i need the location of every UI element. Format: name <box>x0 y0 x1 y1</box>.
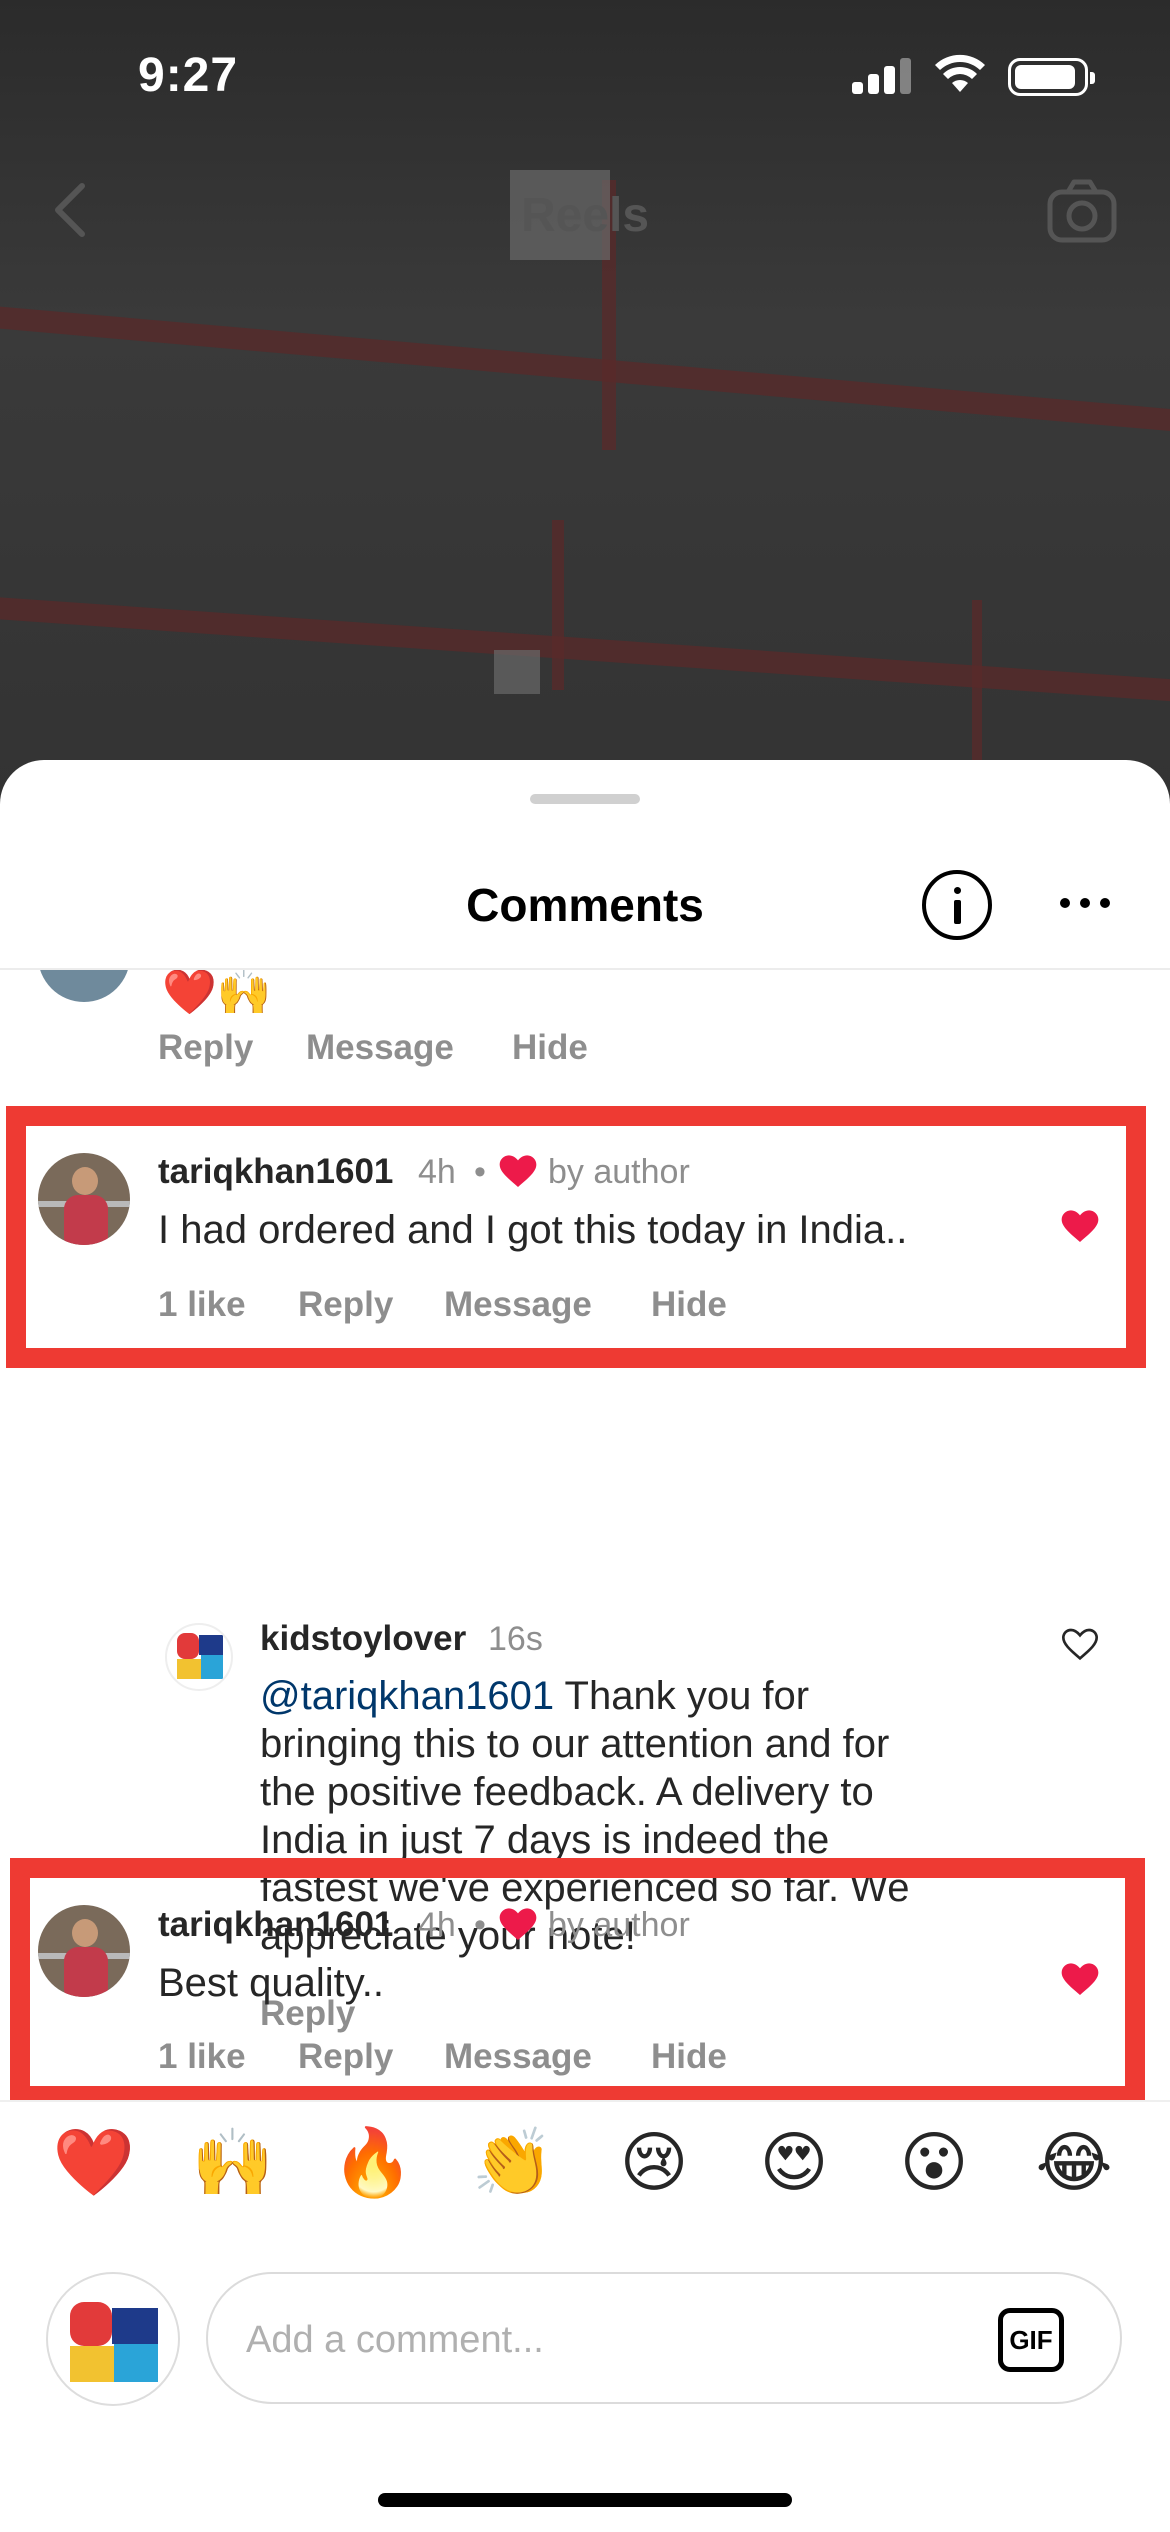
comments-list: ❤️🙌 Reply Message Hide tariqkhan1601 4h … <box>0 970 1170 2100</box>
sheet-title: Comments <box>466 879 704 931</box>
emoji-crying-button[interactable]: 😢 <box>604 2112 704 2212</box>
comment-username[interactable]: kidstoylover <box>260 1619 466 1659</box>
comment-text-line: bringing this to our attention and for <box>260 1722 890 1766</box>
emoji-fire-button[interactable]: 🔥 <box>323 2112 423 2212</box>
emoji-bar <box>0 2100 1170 2220</box>
wifi-icon <box>935 54 985 92</box>
comment-time: 16s <box>488 1620 543 1658</box>
reels-title: Reels <box>520 189 650 242</box>
cellular-signal-icon <box>852 58 914 94</box>
emoji-heart-eyes-button[interactable]: 😍 <box>744 2112 844 2212</box>
emoji-clap-button[interactable]: 👏 <box>463 2112 563 2212</box>
reply-button[interactable]: Reply <box>158 1028 253 1068</box>
comment-text: @tariqkhan1601 Thank you for <box>260 1674 810 1718</box>
emoji-raising-hands-button[interactable]: 🙌 <box>183 2112 283 2212</box>
home-indicator[interactable] <box>378 2493 792 2507</box>
comment-text-line: the positive feedback. A delivery to <box>260 1770 874 1814</box>
sheet-grabber[interactable] <box>530 794 640 804</box>
more-options-icon[interactable] <box>1060 898 1110 910</box>
comment-input-box[interactable]: GIF <box>206 2272 1122 2404</box>
emoji-laughing-button[interactable]: 😂 <box>1024 2112 1124 2212</box>
ceiling-beam <box>0 303 1170 439</box>
info-icon[interactable] <box>922 870 992 940</box>
ceiling-light <box>494 650 540 694</box>
message-button[interactable]: Message <box>306 1028 454 1068</box>
avatar[interactable] <box>38 970 130 1002</box>
comment-input[interactable] <box>246 2310 946 2370</box>
highlight-box <box>6 1106 1146 1368</box>
ceiling-pipe <box>972 600 982 760</box>
comments-sheet: Comments ❤️🙌 Reply Message Hide tariqkha… <box>0 760 1170 2532</box>
avatar[interactable] <box>165 1623 233 1691</box>
highlight-box <box>10 1858 1145 2100</box>
comment-text-line: India in just 7 days is indeed the <box>260 1818 830 1862</box>
hide-button[interactable]: Hide <box>512 1028 588 1068</box>
status-time: 9:27 <box>138 49 239 102</box>
ceiling-beam <box>0 594 1170 708</box>
status-bar: 9:27 <box>0 0 1170 150</box>
mention-link[interactable]: @tariqkhan1601 <box>260 1674 554 1718</box>
comment-text: ❤️🙌 <box>162 970 272 1017</box>
ceiling-pipe <box>552 520 564 690</box>
my-avatar[interactable] <box>46 2272 180 2406</box>
gif-button[interactable]: GIF <box>998 2308 1064 2372</box>
battery-icon <box>1008 58 1095 96</box>
emoji-surprised-button[interactable]: 😮 <box>884 2112 984 2212</box>
camera-icon[interactable] <box>1046 178 1118 244</box>
emoji-heart-button[interactable]: ❤️ <box>44 2112 144 2212</box>
like-heart-outline-icon[interactable] <box>1060 1625 1100 1665</box>
